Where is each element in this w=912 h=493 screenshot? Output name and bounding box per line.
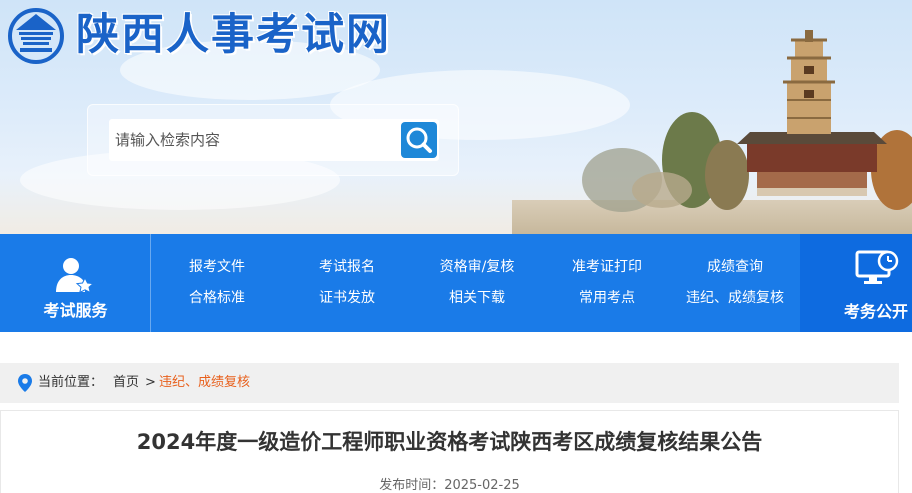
search-icon (406, 127, 432, 153)
exam-service-label: 考试服务 (43, 301, 108, 320)
user-star-icon (56, 258, 94, 294)
nav-link-violation-score-review[interactable]: 违纪、成绩复核 (670, 288, 800, 308)
nav-link-grid: 报考文件 考试报名 资格审/复核 准考证打印 成绩查询 合格标准 证书发放 相关… (152, 234, 800, 332)
nav-link-exam-sites[interactable]: 常用考点 (542, 288, 672, 308)
big-wild-goose-pagoda-scenery (512, 30, 912, 234)
breadcrumb-home-link[interactable]: 首页 (113, 363, 139, 403)
exam-affairs-section[interactable]: 考务公开 (800, 234, 912, 332)
monitor-clock-icon (855, 250, 899, 284)
nav-link-pass-standard[interactable]: 合格标准 (152, 288, 282, 308)
breadcrumb: 当前位置： 首页 > 违纪、成绩复核 (0, 363, 899, 403)
nav-link-score-query[interactable]: 成绩查询 (670, 257, 800, 277)
search-input[interactable] (109, 119, 439, 161)
main-nav: 考试服务 报考文件 考试报名 资格审/复核 准考证打印 成绩查询 合格标准 证书… (0, 234, 912, 332)
nav-link-certificate-issue[interactable]: 证书发放 (282, 288, 412, 308)
nav-link-admission-ticket[interactable]: 准考证打印 (542, 257, 672, 277)
breadcrumb-prefix: 当前位置： (38, 375, 104, 390)
exam-service-section[interactable]: 考试服务 (0, 234, 151, 332)
site-logo-icon (8, 8, 64, 64)
publish-date: 2025-02-25 (444, 478, 520, 493)
nav-link-exam-registration[interactable]: 考试报名 (282, 257, 412, 277)
article-meta: 发布时间：2025-02-25 (0, 474, 899, 493)
nav-link-qualification-review[interactable]: 资格审/复核 (412, 257, 542, 277)
search-button[interactable] (401, 122, 437, 158)
header-banner: 陕西人事考试网 (0, 0, 912, 234)
breadcrumb-separator: > (145, 375, 156, 390)
nav-link-downloads[interactable]: 相关下载 (412, 288, 542, 308)
breadcrumb-current-link[interactable]: 违纪、成绩复核 (159, 363, 250, 403)
exam-affairs-label: 考务公开 (844, 302, 909, 321)
location-pin-icon (18, 374, 32, 392)
publish-date-label: 发布时间： (379, 478, 445, 493)
site-title: 陕西人事考试网 (76, 10, 391, 60)
article-title: 2024年度一级造价工程师职业资格考试陕西考区成绩复核结果公告 (136, 430, 763, 454)
nav-link-exam-documents[interactable]: 报考文件 (152, 257, 282, 277)
